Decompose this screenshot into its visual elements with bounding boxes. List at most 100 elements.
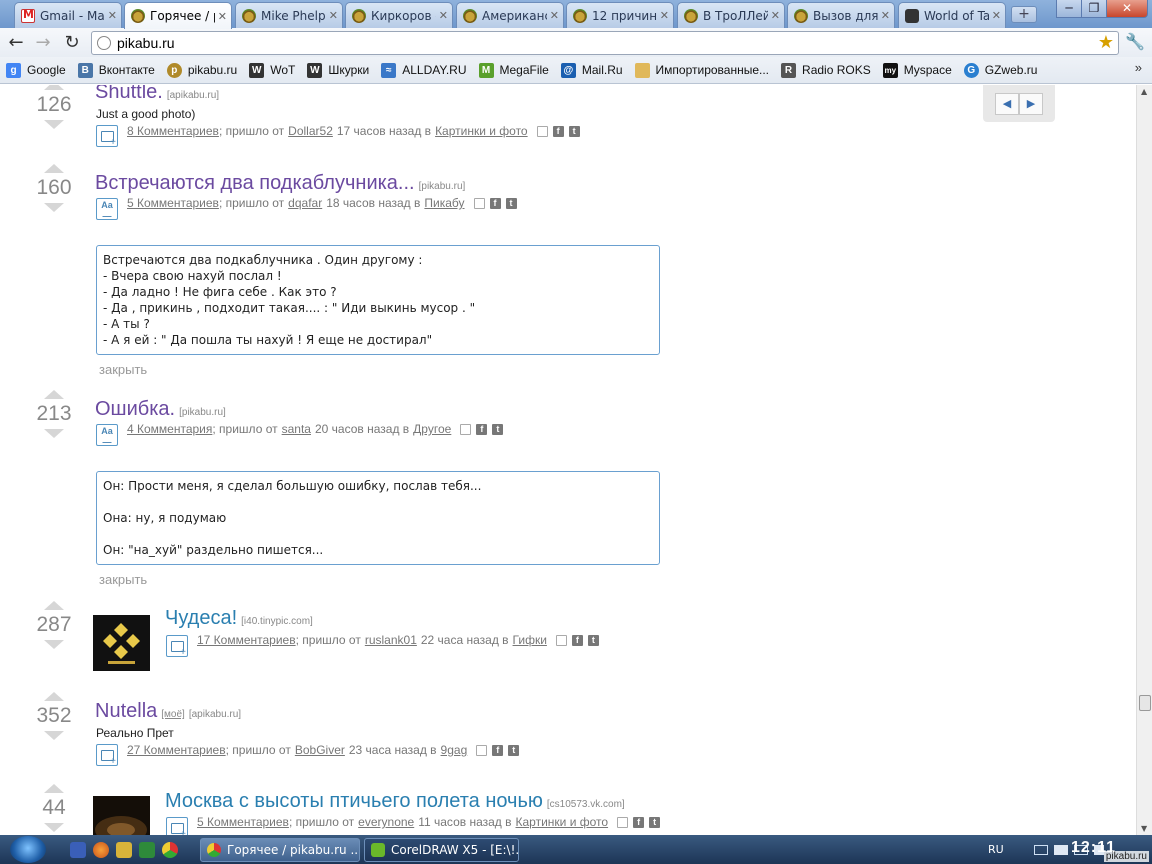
post-title-link[interactable]: Встречаются два подкаблучника... — [95, 172, 415, 194]
category-link[interactable]: Картинки и фото — [516, 815, 609, 829]
reload-button[interactable]: ↻ — [61, 32, 83, 54]
post-thumbnail[interactable] — [93, 615, 150, 671]
bookmark-shkurki[interactable]: W Шкурки — [307, 62, 369, 78]
vote-down-icon[interactable] — [44, 203, 64, 212]
facebook-icon[interactable]: f — [476, 423, 488, 435]
author-link[interactable]: Dollar52 — [288, 124, 333, 138]
bookmark-pikabu[interactable]: p pikabu.ru — [166, 62, 237, 78]
category-link[interactable]: Картинки и фото — [435, 124, 528, 138]
facebook-icon[interactable]: f — [552, 125, 564, 137]
language-indicator[interactable]: RU — [988, 843, 1004, 856]
minimize-button[interactable]: ─ — [1056, 0, 1082, 18]
tab-close-icon[interactable]: ✕ — [550, 9, 559, 22]
vote-down-icon[interactable] — [44, 823, 64, 832]
author-link[interactable]: santa — [282, 422, 311, 436]
vote-up-icon[interactable] — [44, 390, 64, 399]
vote-up-icon[interactable] — [44, 692, 64, 701]
bookmark-allday[interactable]: ≈ ALLDAY.RU — [381, 62, 467, 78]
vote-up-icon[interactable] — [44, 601, 64, 610]
category-link[interactable]: Другое — [413, 422, 451, 436]
twitter-icon[interactable]: t — [649, 816, 661, 828]
bookmark-vkontakte[interactable]: B Вконтакте — [77, 62, 155, 78]
tab-gmail[interactable]: Gmail - Ma ✕ — [14, 2, 122, 28]
twitter-icon[interactable]: t — [568, 125, 580, 137]
tab-pikabu-hot[interactable]: Горячее / р ✕ — [124, 2, 232, 29]
vote-down-icon[interactable] — [44, 731, 64, 740]
photo-post-icon[interactable] — [96, 125, 118, 148]
tab-close-icon[interactable]: ✕ — [329, 9, 338, 22]
vote-up-icon[interactable] — [44, 784, 64, 793]
post-title-link[interactable]: Чудеса! — [165, 607, 237, 629]
back-button[interactable]: ← — [5, 32, 27, 54]
text-post-icon[interactable]: Aa — — [96, 424, 118, 447]
vote-up-icon[interactable] — [44, 164, 64, 173]
tab-close-icon[interactable]: ✕ — [108, 9, 117, 22]
close-text-link[interactable]: закрыть — [99, 572, 147, 587]
facebook-icon[interactable]: f — [571, 634, 583, 646]
tab-trolley[interactable]: В ТроЛЛей ✕ — [677, 2, 785, 28]
facebook-icon[interactable]: f — [492, 744, 504, 756]
author-link[interactable]: ruslank01 — [365, 633, 417, 647]
tab-close-icon[interactable]: ✕ — [992, 9, 1001, 22]
post-title-link[interactable]: Ошибка. — [95, 398, 175, 420]
forward-button[interactable]: → — [32, 32, 54, 54]
text-post-icon[interactable]: Aa — — [96, 198, 118, 221]
bookmark-imported-folder[interactable]: Импортированные... — [634, 62, 769, 78]
author-link[interactable]: BobGiver — [295, 743, 345, 757]
facebook-icon[interactable]: f — [633, 816, 645, 828]
save-icon[interactable] — [536, 125, 548, 137]
comments-link[interactable]: 17 Комментариев — [197, 633, 296, 647]
scroll-up-arrow-icon[interactable]: ▲ — [1141, 87, 1147, 96]
facebook-icon[interactable]: f — [489, 197, 501, 209]
close-text-link[interactable]: закрыть — [99, 362, 147, 377]
save-icon[interactable] — [617, 816, 629, 828]
post-title-link[interactable]: Москва с высоты птичьего полета ночью — [165, 790, 543, 812]
start-button[interactable] — [10, 836, 46, 863]
tab-close-icon[interactable]: ✕ — [771, 9, 780, 22]
vertical-scrollbar[interactable]: ▲ ▼ — [1136, 85, 1152, 835]
bookmark-star-icon[interactable]: ★ — [1098, 32, 1114, 53]
bookmark-wot[interactable]: W WoT — [249, 62, 295, 78]
address-bar[interactable]: pikabu.ru ★ — [91, 31, 1119, 55]
window-close-button[interactable]: ✕ — [1106, 0, 1148, 18]
author-link[interactable]: dqafar — [288, 196, 322, 210]
bookmark-google[interactable]: g Google — [6, 62, 66, 78]
comments-link[interactable]: 5 Комментариев — [197, 815, 289, 829]
url-text[interactable]: pikabu.ru — [117, 35, 175, 51]
maximize-button[interactable]: ❐ — [1081, 0, 1107, 18]
vote-down-icon[interactable] — [44, 640, 64, 649]
photo-post-icon[interactable] — [96, 744, 118, 767]
post-title-link[interactable]: Nutella — [95, 700, 157, 722]
scroll-down-arrow-icon[interactable]: ▼ — [1141, 824, 1147, 833]
mail-icon[interactable] — [1053, 844, 1068, 855]
category-link[interactable]: Гифки — [513, 633, 547, 647]
excel-icon[interactable] — [139, 842, 155, 858]
vote-down-icon[interactable] — [44, 120, 64, 129]
twitter-icon[interactable]: t — [505, 197, 517, 209]
comments-link[interactable]: 27 Комментариев — [127, 743, 226, 757]
prev-page-button[interactable]: ◀ — [995, 93, 1019, 115]
twitter-icon[interactable]: t — [508, 744, 520, 756]
bookmark-gzweb[interactable]: G GZweb.ru — [963, 62, 1037, 78]
bookmark-radio-roks[interactable]: R Radio ROKS — [781, 62, 871, 78]
tab-world-of-tanks[interactable]: World of Ta ✕ — [898, 2, 1006, 28]
comments-link[interactable]: 4 Комментария — [127, 422, 212, 436]
bookmark-myspace[interactable]: my Myspace — [882, 62, 952, 78]
tab-close-icon[interactable]: ✕ — [218, 10, 227, 23]
category-link[interactable]: 9gag — [441, 743, 468, 757]
photo-post-icon[interactable] — [166, 635, 188, 658]
scrollbar-thumb[interactable] — [1139, 695, 1151, 711]
tab-mike-phelps[interactable]: Mike Phelp ✕ — [235, 2, 343, 28]
tab-close-icon[interactable]: ✕ — [439, 9, 448, 22]
twitter-icon[interactable]: t — [587, 634, 599, 646]
tab-american[interactable]: Американс ✕ — [456, 2, 564, 28]
save-icon[interactable] — [555, 634, 567, 646]
post-thumbnail[interactable] — [93, 796, 150, 835]
wrench-menu-icon[interactable]: 🔧 — [1125, 32, 1145, 51]
taskbar-item-coreldraw[interactable]: CorelDRAW X5 - [E:\!... — [364, 838, 519, 862]
bookmark-megafile[interactable]: M MegaFile — [478, 62, 549, 78]
photo-post-icon[interactable] — [166, 817, 188, 835]
bookmarks-overflow-button[interactable]: » — [1135, 60, 1142, 75]
next-page-button[interactable]: ▶ — [1019, 93, 1043, 115]
tab-kirkorov[interactable]: Киркоров - ✕ — [345, 2, 453, 28]
